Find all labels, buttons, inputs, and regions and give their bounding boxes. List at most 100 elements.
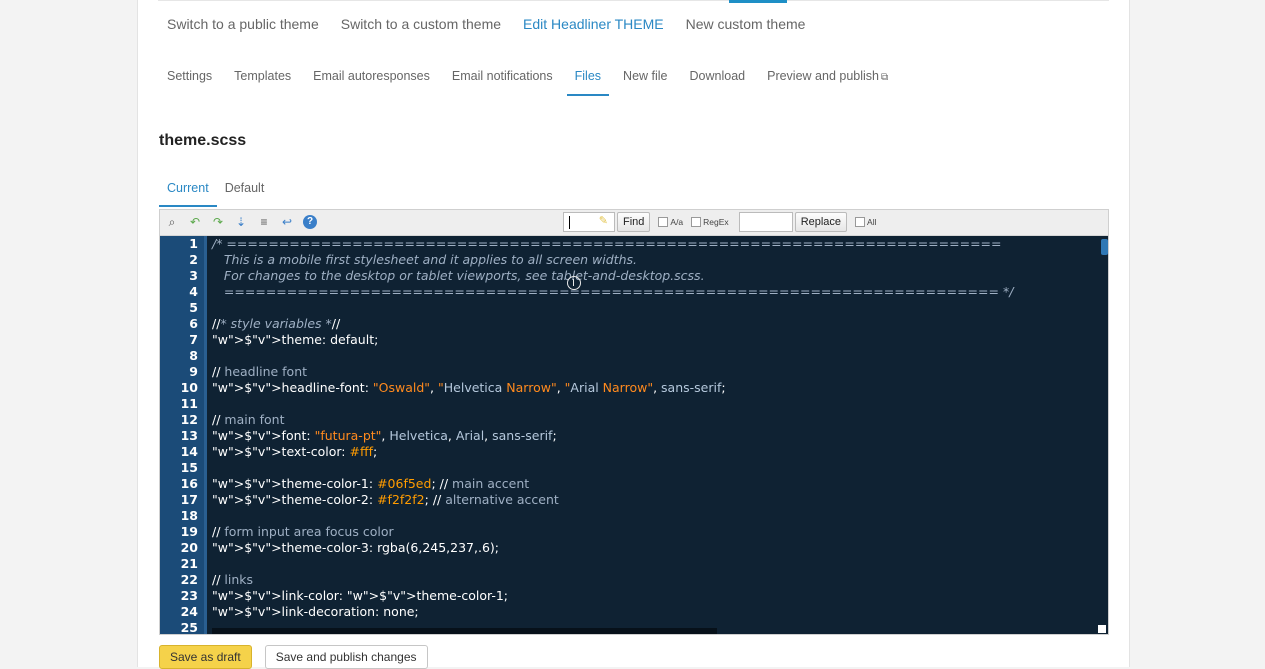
theme-tabs: Switch to a public theme Switch to a cus…	[167, 16, 827, 32]
regex-label: RegEx	[703, 217, 729, 227]
line-number: 11	[180, 396, 198, 411]
help-icon[interactable]: ?	[303, 215, 317, 229]
code-line[interactable]: //* style variables *//	[212, 316, 1096, 332]
code-line[interactable]: "w">$"v">theme-color-2: #f2f2f2; // alte…	[212, 492, 1096, 508]
save-draft-button[interactable]: Save as draft	[159, 645, 252, 669]
code-line[interactable]: // main font	[212, 412, 1096, 428]
line-number: 3	[189, 268, 198, 283]
search-replace-icon[interactable]: ⌕	[165, 215, 179, 229]
line-number: 15	[180, 460, 198, 475]
code-line[interactable]	[212, 396, 1096, 412]
checkbox-box	[691, 217, 702, 227]
horizontal-scrollbar[interactable]	[212, 628, 717, 634]
tab-preview-publish-label: Preview and publish	[767, 69, 879, 83]
go-to-line-icon[interactable]: ⇣	[234, 215, 248, 229]
code-line[interactable]: // form input area focus color	[212, 524, 1096, 540]
code-line[interactable]: "w">$"v">text-color: #fff;	[212, 444, 1096, 460]
code-line[interactable]	[212, 300, 1096, 316]
find-input[interactable]: ✎	[563, 212, 615, 232]
search-bar: ✎ Find A/a RegEx Replace All	[563, 212, 877, 232]
code-editor: ⌕ ↶ ↷ ⇣ ≡ ↩ ? ✎ Find A/a RegEx Replace A…	[159, 209, 1109, 635]
tab-new-file[interactable]: New file	[623, 69, 667, 96]
code-line[interactable]	[212, 348, 1096, 364]
code-line[interactable]: "w">$"v">headline-font: "Oswald", "Helve…	[212, 380, 1096, 396]
regex-checkbox[interactable]: RegEx	[691, 217, 729, 227]
vertical-scrollbar[interactable]	[1101, 239, 1108, 255]
replace-input[interactable]	[738, 212, 793, 232]
code-lines[interactable]: /* =====================================…	[212, 236, 1096, 634]
save-publish-button[interactable]: Save and publish changes	[264, 645, 428, 669]
external-link-icon: ⧉	[880, 72, 889, 83]
line-number: 1	[189, 236, 198, 251]
code-line[interactable]: This is a mobile first stylesheet and it…	[212, 252, 1096, 268]
version-tabs: Current Default	[159, 181, 272, 207]
redo-icon[interactable]: ↷	[211, 215, 225, 229]
word-wrap-icon[interactable]: ↩	[280, 215, 294, 229]
tab-preview-publish[interactable]: Preview and publish ⧉	[767, 69, 888, 96]
top-divider	[158, 0, 1109, 1]
tab-download[interactable]: Download	[690, 69, 746, 96]
replace-button[interactable]: Replace	[794, 212, 848, 232]
code-line[interactable]: // links	[212, 572, 1096, 588]
checkbox-box	[855, 217, 866, 227]
code-line[interactable]	[212, 508, 1096, 524]
tab-email-autoresponses[interactable]: Email autoresponses	[313, 69, 430, 96]
find-button[interactable]: Find	[617, 212, 651, 232]
tab-current[interactable]: Current	[159, 181, 217, 207]
tab-edit-theme[interactable]: Edit Headliner THEME	[523, 16, 664, 32]
file-title: theme.scss	[159, 132, 247, 149]
reindent-icon[interactable]: ≡	[257, 215, 271, 229]
line-number: 25	[180, 620, 198, 634]
theme-editor-panel: Switch to a public theme Switch to a cus…	[137, 0, 1130, 669]
line-number: 9	[189, 364, 198, 379]
code-line[interactable]: ========================================…	[212, 284, 1096, 300]
code-line[interactable]	[212, 556, 1096, 572]
line-number: 21	[180, 556, 198, 571]
line-number-gutter: 1 2 3 4 5 6 7 8 9 10 11 12 13 14 15 16 17 18 19 20 21 22 23 24 2…	[160, 236, 207, 634]
line-number: 13	[180, 428, 198, 443]
code-line[interactable]: "w">$"v">theme: default;	[212, 332, 1096, 348]
undo-icon[interactable]: ↶	[188, 215, 202, 229]
line-number: 8	[189, 348, 198, 363]
case-sensitive-checkbox[interactable]: A/a	[658, 217, 683, 227]
case-label: A/a	[670, 217, 684, 227]
code-line[interactable]: "w">$"v">link-decoration: none;	[212, 604, 1096, 620]
pin-icon: ✎	[598, 215, 608, 227]
all-label: All	[867, 217, 877, 227]
checkbox-box	[658, 217, 669, 227]
code-area[interactable]: 1 2 3 4 5 6 7 8 9 10 11 12 13 14 15 16 17 18 19 20 21 22 23 24 2…	[160, 236, 1108, 634]
line-number: 7	[189, 332, 198, 347]
tab-templates[interactable]: Templates	[234, 69, 291, 96]
tab-email-notifications[interactable]: Email notifications	[452, 69, 553, 96]
code-line[interactable]: For changes to the desktop or tablet vie…	[212, 268, 1096, 284]
line-number: 22	[180, 572, 198, 587]
line-number: 23	[180, 588, 198, 603]
tab-switch-public-theme[interactable]: Switch to a public theme	[167, 16, 319, 32]
tab-new-custom-theme[interactable]: New custom theme	[686, 16, 806, 32]
code-line[interactable]: "w">$"v">font: "futura-pt", Helvetica, A…	[212, 428, 1096, 444]
resize-handle-icon[interactable]	[1098, 625, 1106, 633]
tab-settings[interactable]: Settings	[167, 69, 212, 96]
line-number: 6	[189, 316, 198, 331]
tab-switch-custom-theme[interactable]: Switch to a custom theme	[341, 16, 501, 32]
line-number: 10	[180, 380, 198, 395]
line-number: 24	[180, 604, 198, 619]
code-line[interactable]: "w">$"v">theme-color-3: rgba(6,245,237,.…	[212, 540, 1096, 556]
code-line[interactable]: "w">$"v">theme-color-1: #06f5ed; // main…	[212, 476, 1096, 492]
line-number: 16	[180, 476, 198, 491]
text-caret	[569, 216, 570, 229]
code-line[interactable]: "w">$"v">link-color: "w">$"v">theme-colo…	[212, 588, 1096, 604]
replace-all-checkbox[interactable]: All	[855, 217, 877, 227]
toolbar-icons: ⌕ ↶ ↷ ⇣ ≡ ↩ ?	[165, 215, 326, 229]
line-number: 20	[180, 540, 198, 555]
top-accent-bar	[729, 0, 787, 3]
code-line[interactable]	[212, 460, 1096, 476]
code-line[interactable]: /* =====================================…	[212, 236, 1096, 252]
editor-toolbar: ⌕ ↶ ↷ ⇣ ≡ ↩ ? ✎ Find A/a RegEx Replace A…	[160, 210, 1108, 236]
line-number: 2	[189, 252, 198, 267]
tab-files[interactable]: Files	[566, 69, 610, 96]
file-sub-tabs: Settings Templates Email autoresponses E…	[167, 69, 910, 96]
line-number: 19	[180, 524, 198, 539]
code-line[interactable]: // headline font	[212, 364, 1096, 380]
tab-default[interactable]: Default	[217, 181, 273, 206]
